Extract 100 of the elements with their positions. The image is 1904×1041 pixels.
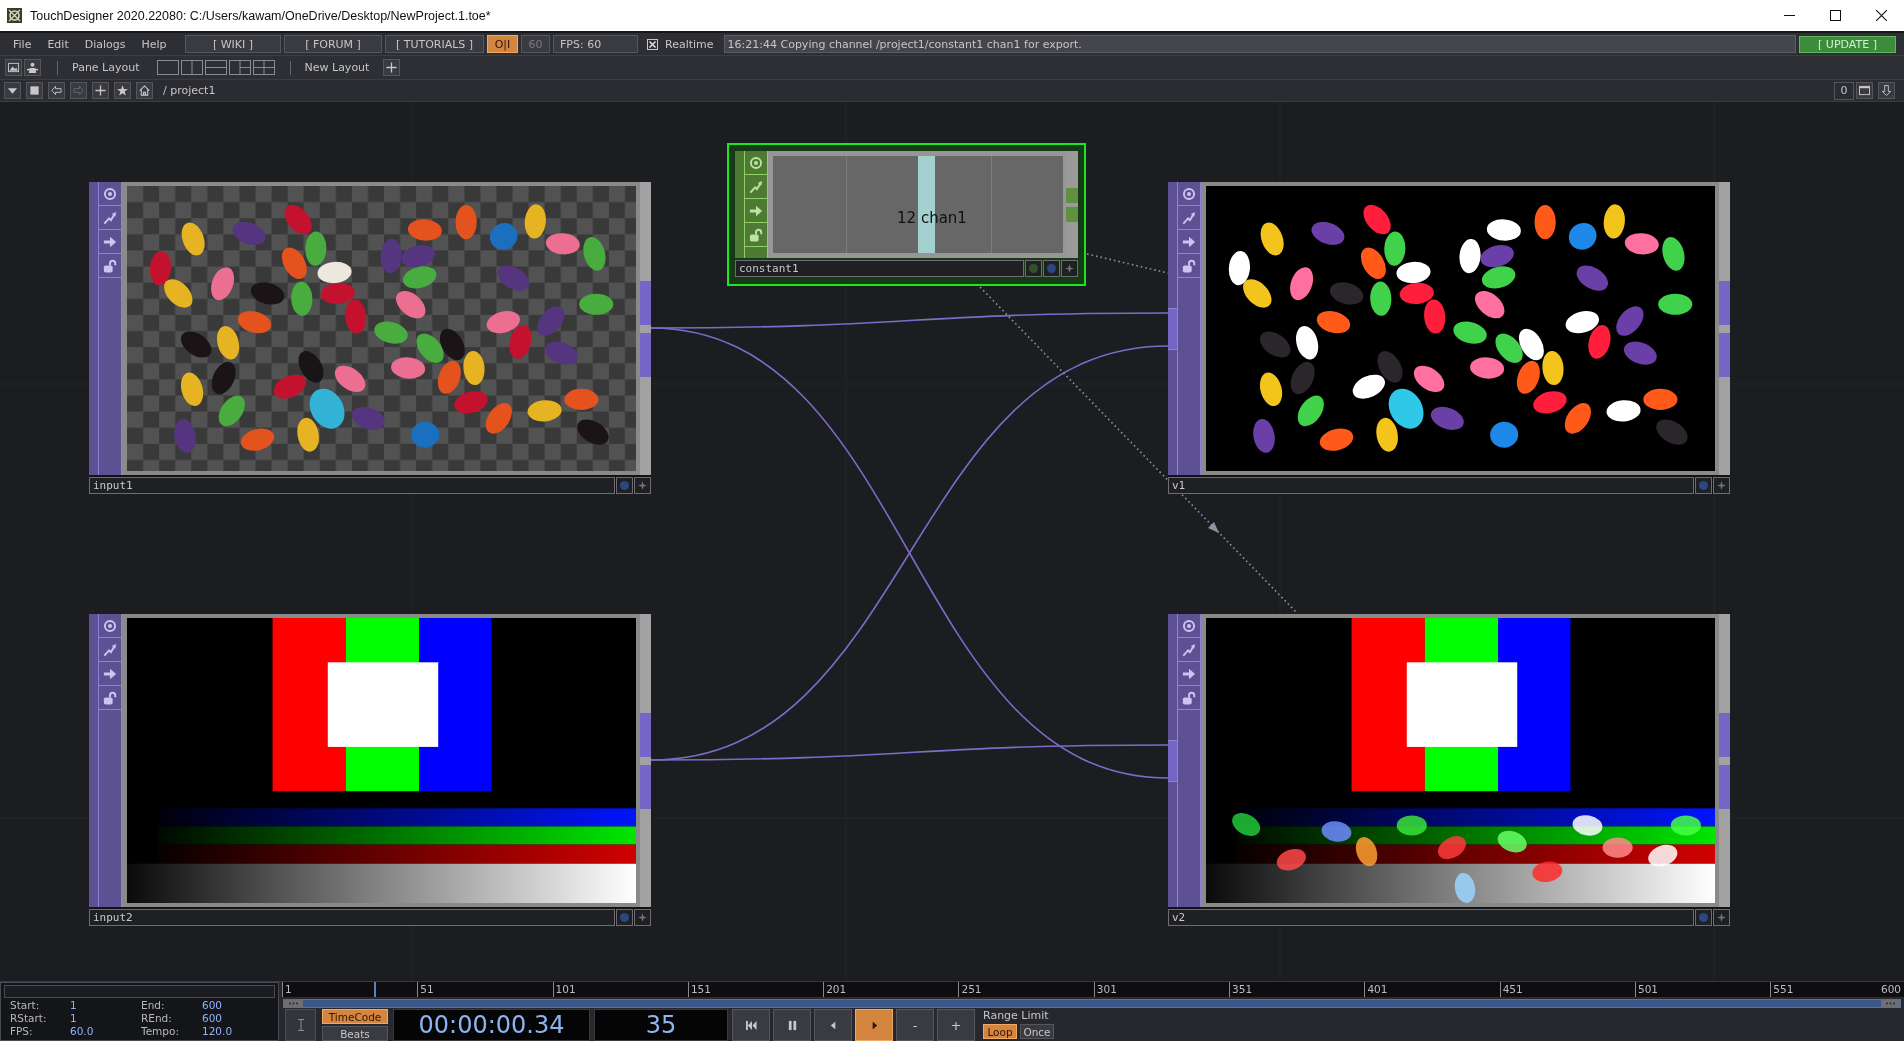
- layout-single-icon[interactable]: [155, 59, 180, 76]
- dot-icon: [1699, 481, 1708, 490]
- range-setting-value[interactable]: 600: [202, 999, 275, 1012]
- operator-node[interactable]: input2: [89, 614, 651, 926]
- ring-icon: [103, 618, 117, 633]
- input-connector[interactable]: [1168, 307, 1177, 350]
- operator-node[interactable]: v2: [1168, 614, 1730, 926]
- window-button[interactable]: [1856, 81, 1873, 99]
- node-name: constant1: [735, 260, 1024, 277]
- counter-field[interactable]: 0: [1834, 81, 1854, 100]
- arrow-right-icon: [103, 234, 117, 249]
- add-layout-button[interactable]: [383, 59, 401, 76]
- bookmark-button[interactable]: [114, 82, 131, 99]
- realtime-label: Realtime: [665, 37, 714, 51]
- playhead-marker[interactable]: [374, 982, 377, 997]
- four-point-star-icon: [638, 481, 647, 490]
- dot-icon: [620, 481, 629, 490]
- grip-icon[interactable]: [1881, 1000, 1900, 1007]
- layout-rows-icon[interactable]: [203, 59, 228, 76]
- dot-icon: [620, 913, 629, 922]
- network-path[interactable]: / project1: [163, 84, 216, 97]
- four-point-star-icon: [1717, 481, 1726, 490]
- frame-display[interactable]: 35: [594, 1009, 728, 1041]
- range-limit-option[interactable]: Loop: [983, 1024, 1017, 1039]
- dot-icon: [1029, 264, 1038, 273]
- plus-icon: [386, 62, 398, 73]
- input-connector[interactable]: [1168, 739, 1177, 782]
- layout-grid-icon[interactable]: [251, 59, 276, 76]
- range-setting-value[interactable]: 120.0: [202, 1025, 275, 1038]
- frame-label: 1: [285, 983, 292, 995]
- dropdown-button[interactable]: [4, 82, 21, 99]
- frame-ruler[interactable]: 1 51 101 151 201 251 301 351 401 451 501 551 600: [282, 982, 1904, 998]
- operator-node[interactable]: v1: [1168, 182, 1730, 494]
- range-setting-value[interactable]: 60.0: [70, 1025, 141, 1038]
- node-flag-button[interactable]: [1043, 260, 1060, 277]
- menu-item[interactable]: File: [13, 37, 32, 51]
- back-button[interactable]: [48, 82, 65, 99]
- operator-button[interactable]: [24, 59, 41, 76]
- layout-three-icon[interactable]: [227, 59, 252, 76]
- range-setting-label: Start:: [10, 999, 41, 1012]
- range-setting-value[interactable]: 1: [70, 999, 141, 1012]
- skip-to-start-icon: [745, 1019, 757, 1031]
- menu-item[interactable]: Help: [141, 37, 167, 51]
- pane-layout-label: Pane Layout: [72, 61, 140, 74]
- time-mode-button[interactable]: Beats: [322, 1026, 388, 1041]
- time-mode-button[interactable]: TimeCode: [322, 1009, 388, 1024]
- viewer-toggle-button[interactable]: [5, 59, 22, 76]
- range-setting-label: Tempo:: [141, 1025, 180, 1038]
- node-flag-button[interactable]: [1695, 909, 1712, 926]
- realtime-checkbox[interactable]: [647, 38, 658, 50]
- node-name: input2: [89, 909, 615, 926]
- node-flag-button[interactable]: [634, 477, 651, 494]
- operator-node[interactable]: input1: [89, 182, 651, 494]
- picture-icon: [8, 62, 19, 73]
- transport-button[interactable]: [773, 1009, 811, 1041]
- home-button[interactable]: [136, 82, 153, 99]
- bolt-icon: [103, 642, 117, 657]
- range-setting-label: REnd:: [141, 1012, 173, 1025]
- frame-label: 151: [690, 983, 711, 995]
- node-flag-button[interactable]: [1025, 260, 1042, 277]
- menu-item[interactable]: Dialogs: [84, 37, 126, 51]
- ring-icon: [749, 155, 763, 170]
- transport-button[interactable]: [732, 1009, 770, 1041]
- speed-button[interactable]: +: [937, 1009, 975, 1041]
- node-flag-button[interactable]: [616, 477, 633, 494]
- node-flag-button[interactable]: [1713, 909, 1730, 926]
- node-flag-button[interactable]: [634, 909, 651, 926]
- arrow-right-icon: [103, 666, 117, 681]
- link-button[interactable]: [ TUTORIALS ]: [385, 35, 484, 53]
- speed-button[interactable]: -: [896, 1009, 934, 1041]
- node-flag-button[interactable]: [1061, 260, 1078, 277]
- maximize-icon[interactable]: [1829, 10, 1841, 21]
- node-name: v1: [1168, 477, 1694, 494]
- plus-icon: [95, 85, 106, 96]
- stop-button[interactable]: [26, 82, 43, 99]
- link-button[interactable]: [ WIKI ]: [185, 35, 281, 53]
- layout-columns-icon[interactable]: [179, 59, 204, 76]
- close-icon[interactable]: [1875, 10, 1887, 21]
- padlock-icon: [103, 690, 117, 705]
- add-button[interactable]: [92, 82, 109, 99]
- padlock-icon: [103, 258, 117, 273]
- range-setting-value[interactable]: 1: [70, 1012, 141, 1025]
- link-button[interactable]: [ FORUM ]: [284, 35, 382, 53]
- caret-down-icon: [7, 85, 18, 96]
- new-layout-label: New Layout: [304, 61, 370, 74]
- import-button[interactable]: [1878, 81, 1895, 99]
- range-setting-value[interactable]: 600: [202, 1012, 275, 1025]
- dot-icon: [1699, 913, 1708, 922]
- bolt-icon: [1182, 642, 1196, 657]
- range-setting-label: FPS:: [10, 1025, 34, 1038]
- menu-item[interactable]: Edit: [47, 37, 69, 51]
- arrow-right-icon: [1182, 666, 1196, 681]
- node-name: v2: [1168, 909, 1694, 926]
- perform-mode-toggle[interactable]: O|I: [487, 35, 518, 53]
- node-flag-button[interactable]: [616, 909, 633, 926]
- node-flag-button[interactable]: [1695, 477, 1712, 494]
- frame-label: 551: [1773, 982, 1794, 997]
- range-limit-option[interactable]: Once: [1020, 1024, 1054, 1039]
- grip-icon[interactable]: [284, 1000, 303, 1007]
- node-flag-button[interactable]: [1713, 477, 1730, 494]
